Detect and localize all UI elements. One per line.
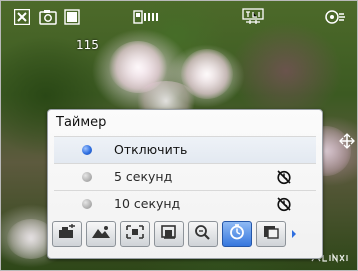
radio-unselected-icon[interactable]: [82, 172, 92, 182]
exposure-button[interactable]: [52, 221, 82, 247]
image-size-icon: [159, 224, 179, 244]
timer-option-label: 10 секунд: [114, 196, 181, 211]
timer-menu-panel: Таймер Отключить 5 секунд 10 секунд: [47, 109, 323, 259]
camera-mode-icon[interactable]: [38, 8, 58, 26]
shots-remaining-counter: 115: [76, 38, 99, 52]
camera-viewfinder: 115 Таймер Отключить 5 секунд 10 секунд: [0, 0, 358, 271]
metering-icon: [125, 224, 145, 244]
navigation-arrow-icon[interactable]: [339, 133, 355, 149]
timer-option-off[interactable]: Отключить: [54, 136, 316, 163]
timer-option-10s[interactable]: 10 секунд: [54, 190, 316, 217]
metering-button[interactable]: [120, 221, 150, 247]
timer-option-5s[interactable]: 5 секунд: [54, 163, 316, 190]
timer-option-label: 5 секунд: [114, 169, 173, 184]
timer-options-list: Отключить 5 секунд 10 секунд: [54, 136, 316, 217]
timer-menu-title: Таймер: [56, 115, 107, 130]
timer-option-label: Отключить: [114, 142, 188, 157]
battery-icon: [63, 8, 81, 26]
landscape-button[interactable]: [86, 221, 116, 247]
toolbar-scroll-right-icon[interactable]: [290, 221, 298, 247]
settings-toolbar: [52, 220, 318, 248]
white-balance-icon[interactable]: [241, 8, 265, 26]
settings-icon[interactable]: [323, 8, 347, 26]
scene-mode-icon[interactable]: [133, 8, 159, 26]
timer-button[interactable]: [222, 221, 252, 247]
frame-icon: [261, 224, 281, 244]
self-timer-icon: [276, 169, 292, 185]
landscape-icon: [91, 224, 111, 244]
timer-icon: [227, 224, 247, 244]
zoom-icon: [193, 224, 213, 244]
exposure-icon: [57, 224, 77, 244]
radio-selected-icon[interactable]: [82, 145, 92, 155]
image-size-button[interactable]: [154, 221, 184, 247]
close-icon[interactable]: [13, 8, 31, 26]
self-timer-icon: [276, 196, 292, 212]
zoom-button[interactable]: [188, 221, 218, 247]
frame-button[interactable]: [256, 221, 286, 247]
radio-unselected-icon[interactable]: [82, 199, 92, 209]
